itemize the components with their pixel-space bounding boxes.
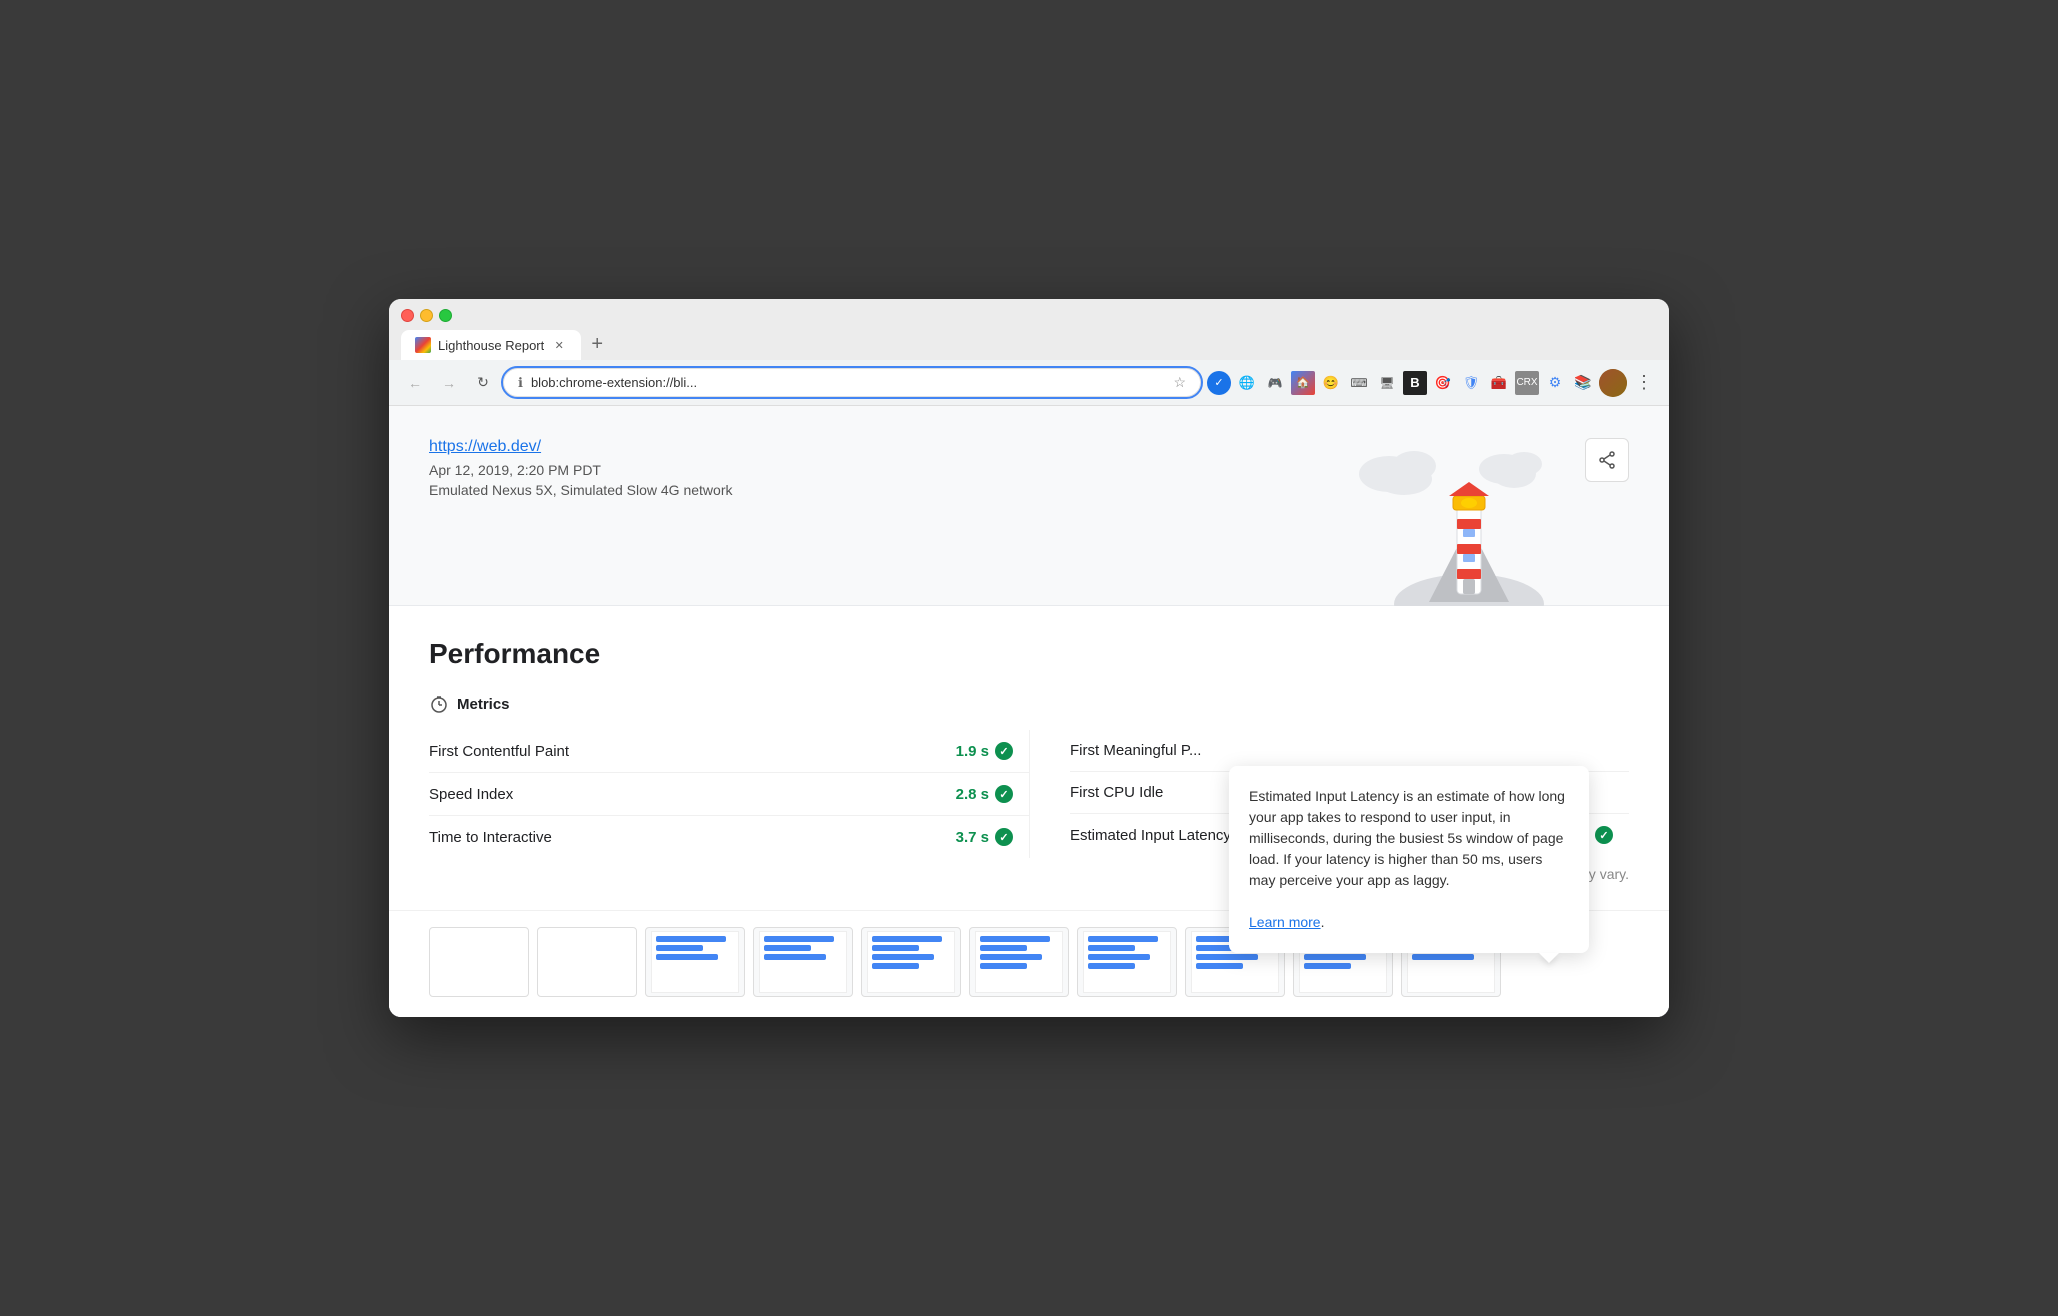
metric-value-text: 3.7 s [956,829,989,846]
extension-settings[interactable]: ⚙ [1543,371,1567,395]
new-tab-button[interactable]: + [583,330,611,358]
metric-name: Speed Index [429,786,513,803]
estimated-input-latency-label: Estimated Input Latency [1070,827,1231,844]
filmstrip-frame[interactable] [645,927,745,997]
metric-pass-icon: ✓ [995,742,1013,760]
metric-value-text: 2.8 s [956,786,989,803]
header-right-area [1369,434,1629,482]
metric-name: First Meaningful P... [1070,742,1201,759]
metric-pass-icon: ✓ [1595,826,1613,844]
filmstrip-frame[interactable] [861,927,961,997]
extension-gamepad[interactable]: 🎮 [1263,371,1287,395]
lighthouse-illustration [1349,444,1549,624]
metrics-timer-icon [429,694,449,714]
bookmark-icon[interactable]: ☆ [1173,374,1186,391]
metric-pass-icon: ✓ [995,828,1013,846]
filmstrip-frame[interactable] [429,927,529,997]
filmstrip-frame[interactable] [969,927,1069,997]
active-tab[interactable]: Lighthouse Report ✕ [401,330,581,360]
close-button[interactable] [401,309,414,322]
back-button[interactable]: ← [401,369,429,397]
metric-row: Speed Index 2.8 s ✓ [429,773,1029,816]
extension-toolbox[interactable]: 🧰 [1487,371,1511,395]
title-bar-top [401,309,1657,322]
chrome-menu-button[interactable]: ⋮ [1631,368,1657,397]
metric-name: Time to Interactive [429,829,552,846]
tab-title: Lighthouse Report [438,338,544,353]
tooltip-popup: Estimated Input Latency is an estimate o… [1229,766,1589,953]
tab-close-button[interactable]: ✕ [551,337,567,353]
maximize-button[interactable] [439,309,452,322]
report-url[interactable]: https://web.dev/ [429,438,732,456]
extension-green-check[interactable]: ✓ [1207,371,1231,395]
extension-globe[interactable]: 🌐 [1235,371,1259,395]
left-metrics-column: First Contentful Paint 1.9 s ✓ Speed Ind… [429,730,1029,858]
section-title: Performance [429,638,1629,670]
extension-screen[interactable]: 🖥 [1375,371,1399,395]
address-bar[interactable]: ℹ blob:chrome-extension://bli... ☆ [503,368,1201,397]
extension-shield[interactable]: 🛡 [1459,371,1483,395]
extension-book[interactable]: 📚 [1571,371,1595,395]
extension-bold[interactable]: B [1403,371,1427,395]
filmstrip-frame[interactable] [537,927,637,997]
minimize-button[interactable] [420,309,433,322]
tooltip-text: Estimated Input Latency is an estimate o… [1249,788,1565,888]
browser-window: Lighthouse Report ✕ + ← → ↻ ℹ blob:chrom… [389,299,1669,1017]
report-meta: https://web.dev/ Apr 12, 2019, 2:20 PM P… [429,434,732,498]
tabs-row: Lighthouse Report ✕ + [401,330,1657,360]
share-icon [1598,451,1616,469]
metric-row: First Contentful Paint 1.9 s ✓ [429,730,1029,773]
extension-target[interactable]: 🎯 [1431,371,1455,395]
extension-keyboard[interactable]: ⌨ [1347,371,1371,395]
page-content: https://web.dev/ Apr 12, 2019, 2:20 PM P… [389,406,1669,1017]
tab-favicon [415,337,431,353]
metric-name: First Contentful Paint [429,743,569,760]
profile-avatar[interactable] [1599,369,1627,397]
metrics-label: Metrics [457,696,510,713]
filmstrip-frame[interactable] [1077,927,1177,997]
extension-crx[interactable]: CRX [1515,371,1539,395]
nav-bar: ← → ↻ ℹ blob:chrome-extension://bli... ☆… [389,360,1669,406]
forward-button[interactable]: → [435,369,463,397]
tooltip-learn-more-link[interactable]: Learn more [1249,914,1321,930]
metric-value: 1.9 s ✓ [956,742,1013,760]
title-bar: Lighthouse Report ✕ + [389,299,1669,360]
filmstrip-frame[interactable] [753,927,853,997]
extensions-area: ✓ 🌐 🎮 🏠 😊 ⌨ 🖥 B 🎯 🛡 🧰 CRX ⚙ [1207,368,1657,397]
report-date: Apr 12, 2019, 2:20 PM PDT [429,462,732,478]
report-header: https://web.dev/ Apr 12, 2019, 2:20 PM P… [389,406,1669,606]
address-info-icon: ℹ [518,375,523,391]
extension-lighthouse[interactable]: 🏠 [1291,371,1315,395]
reload-button[interactable]: ↻ [469,369,497,397]
performance-section: Performance Metrics First Contentful Pai… [389,606,1669,910]
metric-value: 2.8 s ✓ [956,785,1013,803]
share-button[interactable] [1585,438,1629,482]
metric-name: First CPU Idle [1070,784,1163,801]
report-device: Emulated Nexus 5X, Simulated Slow 4G net… [429,482,732,498]
metric-row: Time to Interactive 3.7 s ✓ [429,816,1029,858]
address-text: blob:chrome-extension://bli... [531,375,1165,390]
extension-smiley[interactable]: 😊 [1319,371,1343,395]
metric-value-text: 1.9 s [956,743,989,760]
metric-value: 3.7 s ✓ [956,828,1013,846]
traffic-lights [401,309,452,322]
metric-pass-icon: ✓ [995,785,1013,803]
metrics-header: Metrics [429,694,1629,714]
tooltip-period: . [1321,914,1325,930]
